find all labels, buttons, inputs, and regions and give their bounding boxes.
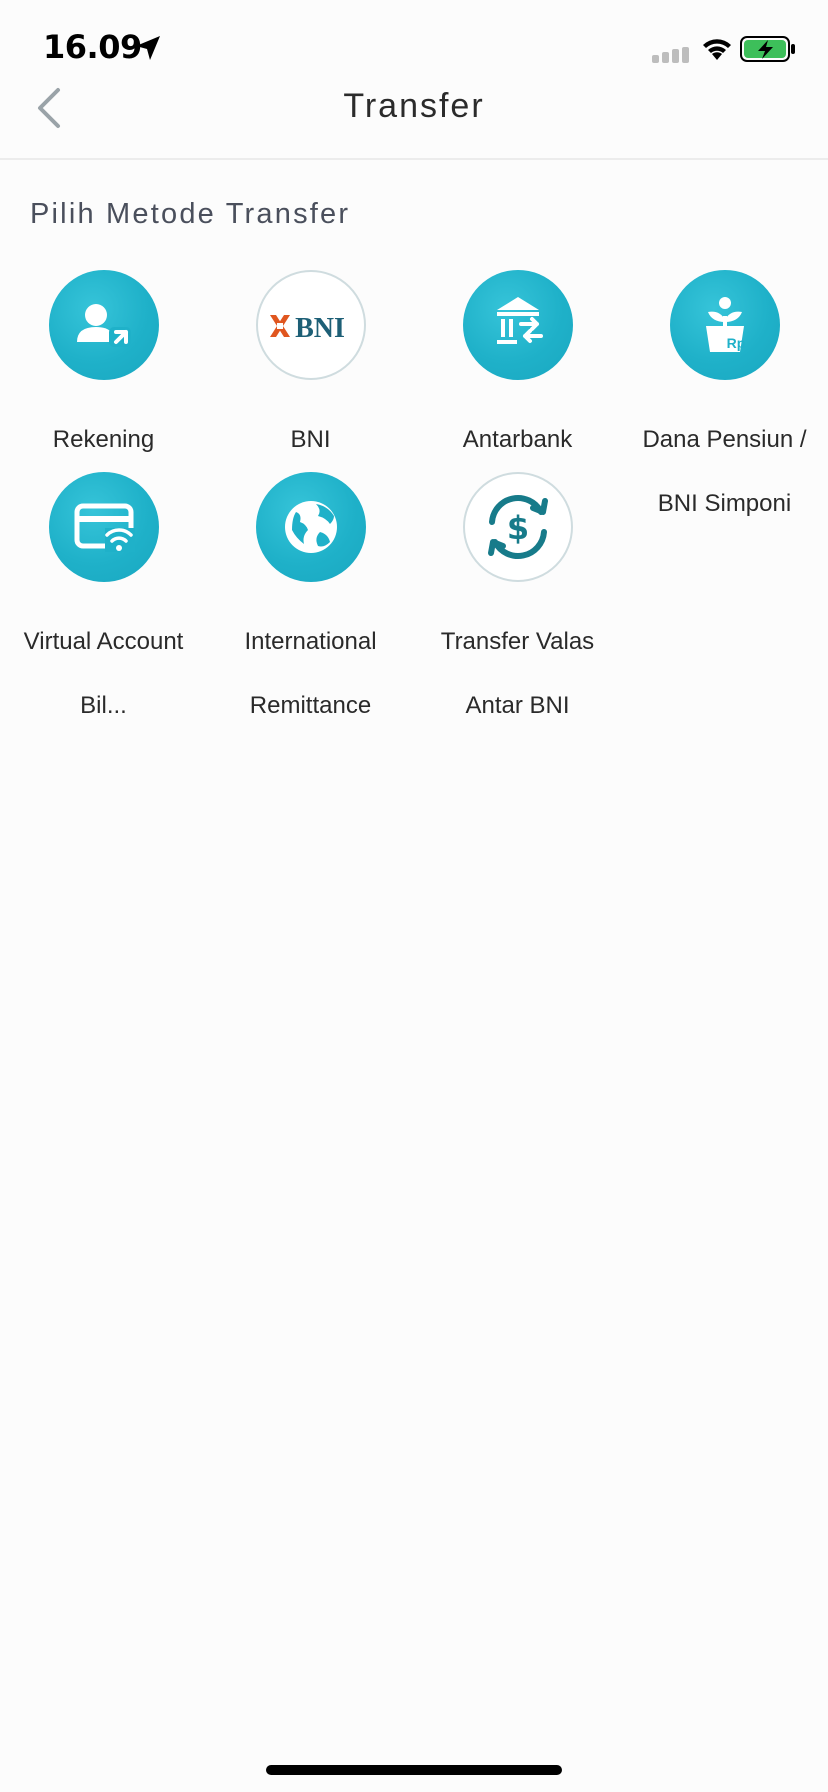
svg-text:BNI: BNI xyxy=(295,313,345,344)
location-arrow-icon xyxy=(136,36,160,60)
page-title: Transfer xyxy=(343,87,485,125)
battery-charging-icon xyxy=(740,36,795,62)
svg-text:Rp: Rp xyxy=(726,335,745,351)
svg-text:$: $ xyxy=(506,509,528,547)
section-title: Pilih Metode Transfer xyxy=(30,198,351,230)
card-wireless-icon xyxy=(48,472,159,582)
method-label: Virtual Account Bil... xyxy=(23,628,184,719)
globe-icon xyxy=(255,472,366,582)
method-label: Dana Pensiun / BNI Simponi xyxy=(642,426,807,517)
wifi-icon xyxy=(703,39,731,60)
method-virtual-account[interactable]: Virtual Account Bil... xyxy=(0,472,207,754)
transfer-screen: 16.09 Transfer Pilih Metode Transfer Rek… xyxy=(0,0,828,1792)
method-label: International Remittance xyxy=(244,628,377,719)
method-label: Transfer Valas Antar BNI xyxy=(440,628,595,719)
nav-header: Transfer xyxy=(0,60,828,160)
method-dana-pensiun[interactable]: Rp Dana Pensiun / BNI Simponi xyxy=(621,270,828,552)
bank-transfer-icon xyxy=(462,270,573,380)
currency-exchange-icon: $ xyxy=(462,472,573,582)
method-transfer-valas[interactable]: $ Transfer Valas Antar BNI xyxy=(414,472,621,754)
method-antarbank[interactable]: Antarbank xyxy=(414,270,621,488)
user-arrow-icon xyxy=(48,270,159,380)
method-international-remittance[interactable]: International Remittance xyxy=(207,472,414,754)
home-indicator[interactable] xyxy=(266,1765,562,1775)
method-bni[interactable]: BNI BNI xyxy=(207,270,414,488)
bni-logo-icon: BNI xyxy=(255,270,366,380)
plant-pot-rupiah-icon: Rp xyxy=(669,270,780,380)
